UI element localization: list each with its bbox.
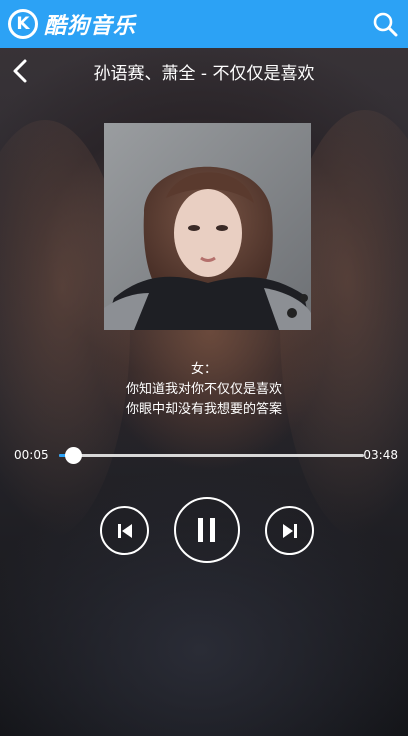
progress-track[interactable] — [59, 447, 364, 464]
brand-name: 酷狗音乐 — [44, 14, 137, 39]
lyrics-panel: 女： 你知道我对你不仅仅是喜欢 你眼中却没有我想要的答案 — [0, 360, 408, 420]
app-header: K 酷狗音乐 — [0, 0, 408, 48]
current-time: 00:05 — [14, 448, 49, 462]
search-button[interactable] — [370, 9, 400, 39]
back-button[interactable] — [6, 56, 34, 86]
lyric-line: 你眼中却没有我想要的答案 — [125, 402, 282, 417]
pause-icon — [198, 518, 215, 542]
skip-next-icon — [282, 523, 297, 538]
lyric-line: 女： — [190, 362, 217, 377]
progress-knob[interactable] — [64, 447, 82, 464]
brand-logo[interactable]: K 酷狗音乐 — [8, 8, 136, 40]
skip-previous-icon — [117, 523, 132, 538]
album-cover — [104, 123, 311, 330]
song-header: 孙语赛、萧全 - 不仅仅是喜欢 — [0, 48, 408, 94]
kugou-logo-icon: K — [8, 9, 38, 39]
lyric-line: 你知道我对你不仅仅是喜欢 — [125, 382, 282, 397]
play-pause-button[interactable] — [174, 497, 240, 563]
total-time: 03:48 — [363, 448, 398, 462]
progress-bar: 00:05 03:48 — [0, 444, 408, 466]
song-title: 孙语赛、萧全 - 不仅仅是喜欢 — [93, 63, 315, 84]
search-icon — [373, 12, 398, 37]
playback-controls — [0, 495, 408, 565]
chevron-left-icon — [13, 59, 27, 83]
next-button[interactable] — [265, 506, 314, 555]
previous-button[interactable] — [100, 506, 149, 555]
